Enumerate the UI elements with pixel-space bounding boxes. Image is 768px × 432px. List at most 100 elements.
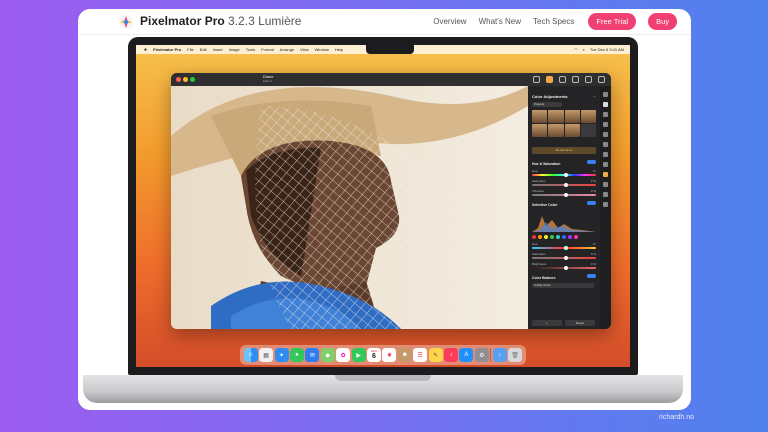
style-tool-icon[interactable] xyxy=(603,102,608,107)
menubar-item[interactable]: Help xyxy=(335,47,343,52)
zoom-tool-icon[interactable] xyxy=(603,202,608,207)
reminders-icon[interactable]: ☰ xyxy=(413,348,428,362)
canvas-photo[interactable] xyxy=(171,86,528,329)
sel-bri-slider[interactable] xyxy=(532,266,596,270)
color-swatch[interactable] xyxy=(562,235,566,239)
color-balance-toggle[interactable] xyxy=(587,274,596,278)
balance-mode-select[interactable]: 3-Way Color xyxy=(532,283,594,288)
sel-sat-slider[interactable] xyxy=(532,256,596,260)
menubar-item[interactable]: Tools xyxy=(246,47,255,52)
more-icon[interactable]: ⋯ xyxy=(593,95,597,99)
brand-title[interactable]: Pixelmator Pro 3.2.3 Lumière xyxy=(140,14,301,28)
menubar-item[interactable]: Arrange xyxy=(280,47,294,52)
color-swatch[interactable] xyxy=(568,235,572,239)
sel-sat-value[interactable]: 0 % xyxy=(591,252,596,256)
effects-tool-icon[interactable] xyxy=(603,182,608,187)
selective-color-toggle[interactable] xyxy=(587,201,596,205)
contacts-icon[interactable]: ☻ xyxy=(397,348,412,362)
preset-thumbnail[interactable] xyxy=(564,124,580,137)
pixelmator-icon[interactable]: ✸ xyxy=(382,348,397,362)
search-icon[interactable]: ⌕ xyxy=(583,47,585,52)
nav-link-overview[interactable]: Overview xyxy=(433,17,466,26)
preset-thumbnail[interactable] xyxy=(548,110,564,123)
distort-tool-icon[interactable] xyxy=(603,192,608,197)
preset-thumbnail[interactable] xyxy=(580,124,596,137)
style-icon[interactable] xyxy=(572,76,579,83)
vibrance-slider[interactable] xyxy=(532,193,596,197)
effects-icon[interactable] xyxy=(559,76,566,83)
menubar-item[interactable]: View xyxy=(300,47,309,52)
menubar-clock[interactable]: Tue Dec 6 9:41 AM xyxy=(590,47,624,52)
launchpad-icon[interactable]: ▦ xyxy=(259,348,274,362)
free-trial-button[interactable]: Free Trial xyxy=(588,13,637,30)
slider-knob[interactable] xyxy=(564,256,568,260)
buy-button[interactable]: Buy xyxy=(648,13,677,30)
ml-icon[interactable] xyxy=(533,76,540,83)
menubar-item[interactable]: Format xyxy=(261,47,274,52)
menubar-item[interactable]: File xyxy=(187,47,193,52)
nav-link-whats-new[interactable]: What's New xyxy=(479,17,521,26)
preset-thumbnail[interactable] xyxy=(564,110,580,123)
color-swatch[interactable] xyxy=(574,235,578,239)
minimize-window-icon[interactable] xyxy=(183,77,188,82)
settings-icon[interactable]: ⚙ xyxy=(474,348,489,362)
shape-tool-icon[interactable] xyxy=(603,122,608,127)
safari-icon[interactable]: ✦ xyxy=(274,348,289,362)
menubar-item[interactable]: Image xyxy=(229,47,240,52)
apple-menu-icon[interactable]: ● xyxy=(144,47,147,53)
messages-icon[interactable]: ● xyxy=(289,348,304,362)
slider-knob[interactable] xyxy=(564,193,568,197)
trash-icon[interactable]: 🗑 xyxy=(508,348,523,362)
hue-saturation-toggle[interactable] xyxy=(587,160,596,164)
sidebar-icon[interactable] xyxy=(598,76,605,83)
compare-toggle-icon[interactable]: ◐ xyxy=(532,320,562,326)
preset-thumbnail[interactable] xyxy=(532,124,548,137)
arrange-tool-icon[interactable] xyxy=(603,92,608,97)
color-swatch[interactable] xyxy=(532,235,536,239)
nav-link-tech-specs[interactable]: Tech Specs xyxy=(533,17,574,26)
calendar-icon[interactable]: DEC 6 xyxy=(366,348,381,362)
credit-text[interactable]: richardh.no xyxy=(659,414,694,421)
select-tool-icon[interactable] xyxy=(603,152,608,157)
saturation-value[interactable]: 0 % xyxy=(591,179,596,183)
color-adjust-tool-icon[interactable] xyxy=(603,172,608,177)
crop-tool-icon[interactable] xyxy=(603,132,608,137)
pixelmator-logo-icon[interactable] xyxy=(118,14,134,30)
slider-knob[interactable] xyxy=(564,246,568,250)
color-swatch[interactable] xyxy=(544,235,548,239)
preset-thumbnail[interactable] xyxy=(580,110,596,123)
color-swatch[interactable] xyxy=(556,235,560,239)
downloads-icon[interactable]: ↓ xyxy=(492,348,507,362)
reset-button[interactable]: Reset xyxy=(565,320,595,326)
slider-knob[interactable] xyxy=(564,173,568,177)
wifi-icon[interactable]: ◠ xyxy=(574,47,578,52)
facetime-icon[interactable]: ▶ xyxy=(351,348,366,362)
close-window-icon[interactable] xyxy=(176,77,181,82)
menubar-app-name[interactable]: Pixelmator Pro xyxy=(153,47,181,52)
hue-value[interactable]: 0° xyxy=(593,169,596,173)
menubar-item[interactable]: Insert xyxy=(213,47,223,52)
color-swatch[interactable] xyxy=(550,235,554,239)
slider-knob[interactable] xyxy=(564,266,568,270)
sel-hue-slider[interactable] xyxy=(532,246,596,250)
notes-icon[interactable]: ✎ xyxy=(428,348,443,362)
slider-knob[interactable] xyxy=(564,183,568,187)
ml-enhance-button[interactable]: ML Enhance xyxy=(532,147,596,154)
retouch-tool-icon[interactable] xyxy=(603,162,608,167)
finder-icon[interactable]: ☺ xyxy=(243,348,258,362)
presets-select[interactable]: Presets xyxy=(532,102,562,107)
hue-slider[interactable] xyxy=(532,173,596,177)
menubar-item[interactable]: Window xyxy=(315,47,329,52)
mail-icon[interactable]: ✉ xyxy=(305,348,320,362)
maps-icon[interactable]: ◆ xyxy=(320,348,335,362)
sel-hue-value[interactable]: 0° xyxy=(593,242,596,246)
sel-bri-value[interactable]: 0 % xyxy=(591,262,596,266)
photos-icon[interactable]: ✿ xyxy=(336,348,351,362)
app-store-icon[interactable]: A xyxy=(459,348,474,362)
type-tool-icon[interactable] xyxy=(603,112,608,117)
preset-thumbnail[interactable] xyxy=(532,110,548,123)
zoom-window-icon[interactable] xyxy=(190,77,195,82)
export-icon[interactable] xyxy=(585,76,592,83)
color-swatch[interactable] xyxy=(538,235,542,239)
paint-tool-icon[interactable] xyxy=(603,142,608,147)
